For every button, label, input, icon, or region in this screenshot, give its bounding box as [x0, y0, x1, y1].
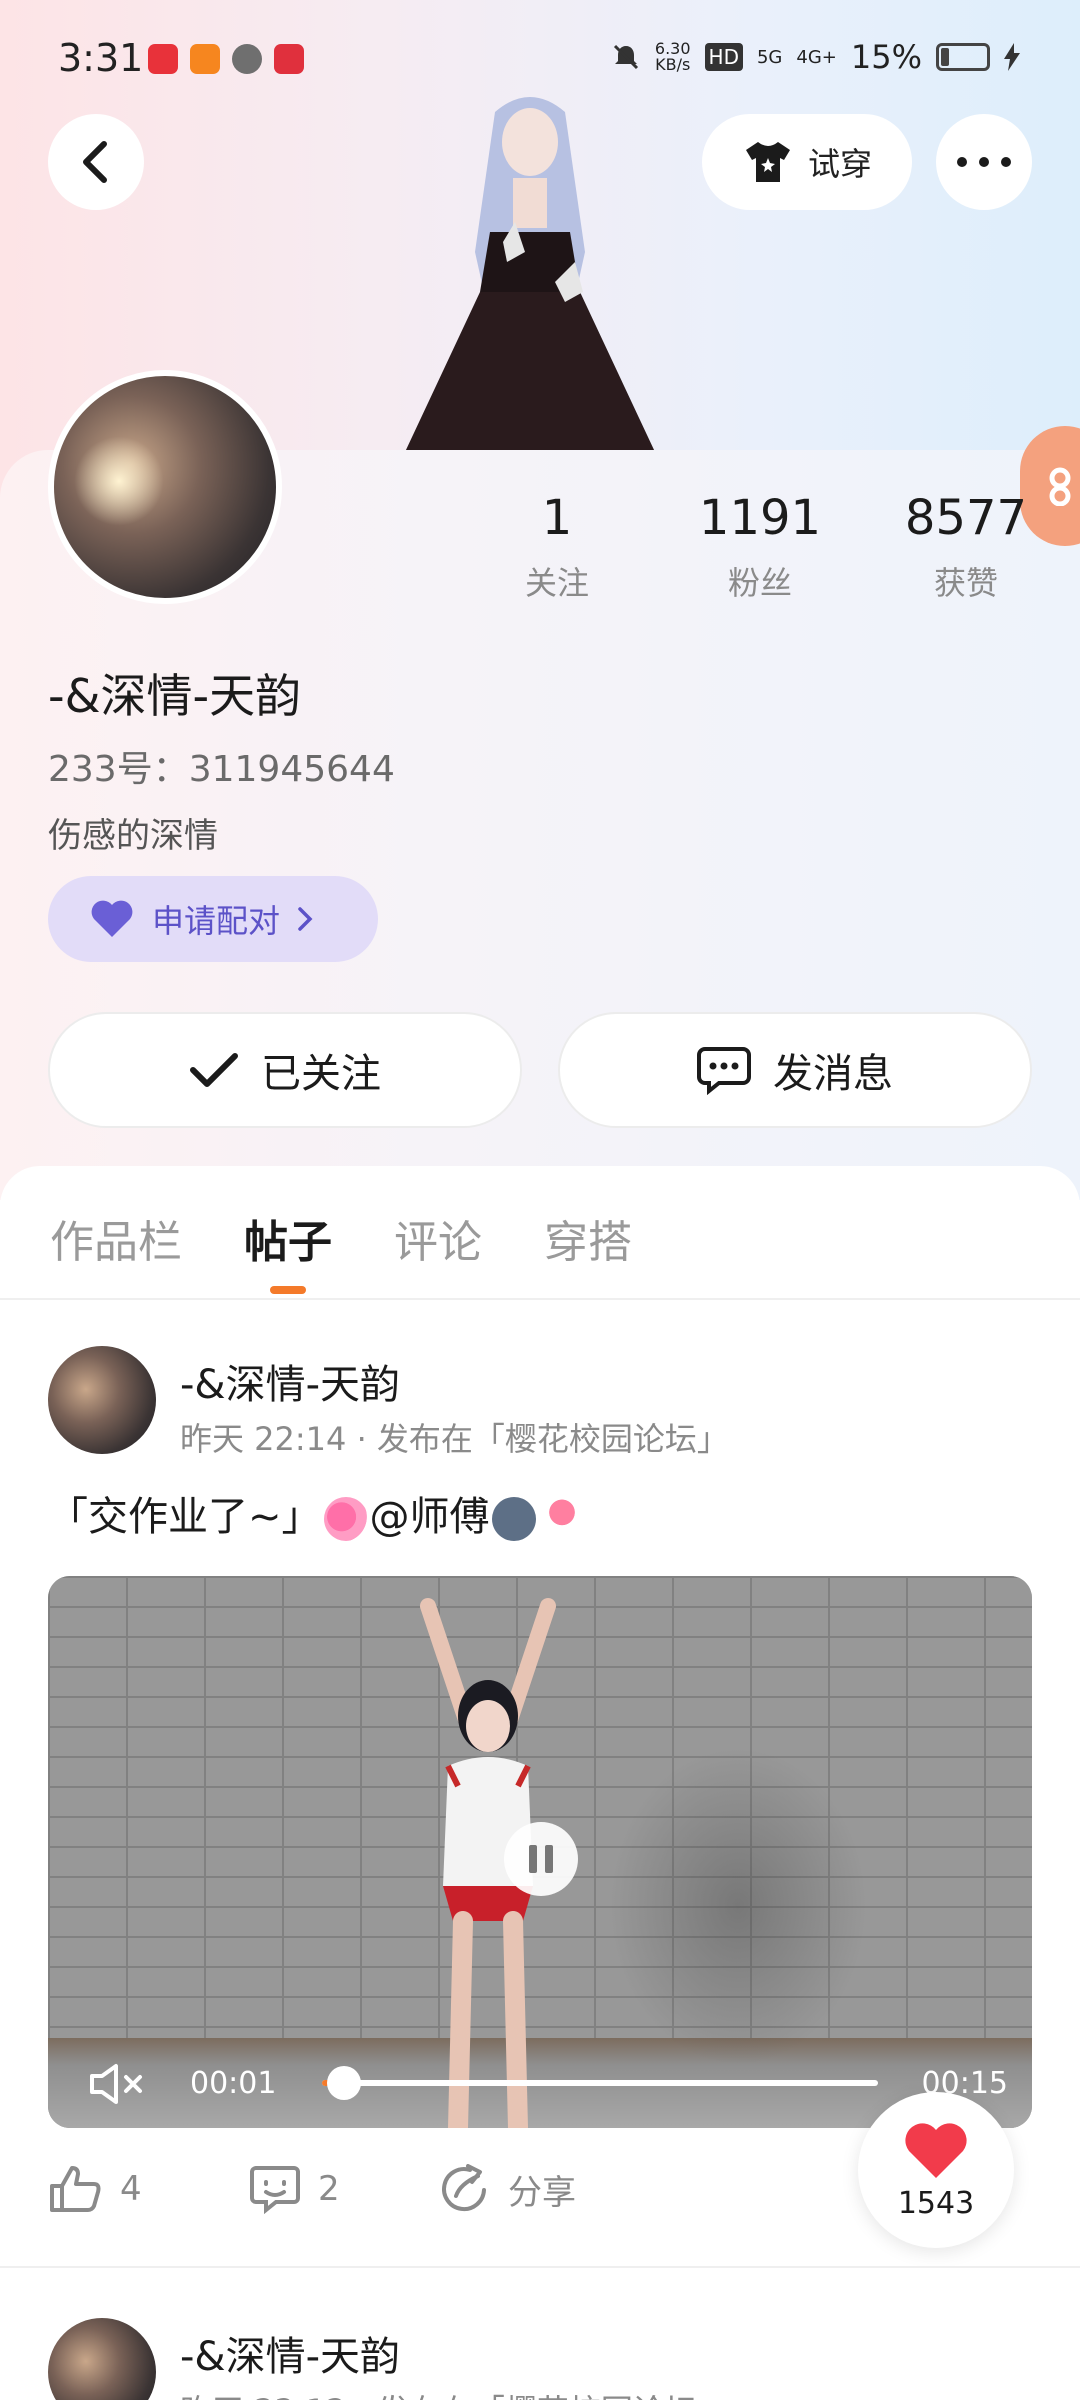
notification-icons: [148, 44, 304, 74]
profile-avatar[interactable]: [48, 370, 282, 604]
share-button[interactable]: 分享: [440, 2164, 576, 2214]
more-dots-icon: [957, 157, 1011, 167]
signal-5g: 5G: [756, 46, 783, 68]
chevron-right-icon: [298, 907, 313, 931]
back-button[interactable]: [48, 114, 144, 210]
profile-tabs: 作品栏 帖子 评论 穿搭: [0, 1196, 1080, 1296]
bell-muted-icon: [613, 44, 638, 70]
comment-count: 2: [318, 2169, 340, 2209]
stat-likes-label: 获赞: [933, 564, 998, 602]
app-heart-icon: [274, 44, 304, 74]
like-count: 4: [120, 2169, 142, 2209]
post-author-name[interactable]: -&深情-天韵: [180, 2324, 400, 2382]
floating-like-count: 1543: [897, 2185, 975, 2221]
moon-face-icon: [491, 1497, 536, 1541]
stat-following[interactable]: 1 关注: [467, 490, 647, 604]
post-actions: 4 2 分享: [48, 2164, 948, 2234]
comment-icon: [250, 2166, 300, 2214]
heart-icon: [91, 900, 133, 937]
stat-likes-received[interactable]: 8577 获赞: [876, 490, 1056, 604]
tab-works[interactable]: 作品栏: [50, 1206, 182, 1270]
try-on-label: 试穿: [807, 145, 872, 183]
stat-following-label: 关注: [524, 564, 589, 602]
chevron-left-icon: [83, 141, 107, 183]
signal-4g: 4G+: [796, 46, 837, 68]
floating-like-button[interactable]: 1543: [858, 2092, 1014, 2248]
share-label: 分享: [508, 2172, 576, 2213]
request-pair-button[interactable]: 申请配对: [48, 876, 378, 962]
pause-bar-left: [529, 1845, 537, 1873]
post-text: 「交作业了~」 @师傅: [48, 1484, 586, 1542]
stat-following-value: 1: [541, 490, 573, 546]
post-author-name[interactable]: -&深情-天韵: [180, 1352, 400, 1410]
tab-comments[interactable]: 评论: [394, 1206, 482, 1270]
post-mention[interactable]: @师傅: [370, 1494, 490, 1540]
character-avatar-figure: [405, 97, 655, 452]
thumbs-up-icon: [50, 2166, 101, 2212]
post-video-player[interactable]: 00:01 00:15: [48, 1576, 1032, 2128]
battery-icon: [936, 43, 990, 71]
wechat-icon: [232, 44, 262, 74]
battery-percent: 15%: [850, 38, 922, 76]
video-progress-track[interactable]: [322, 2066, 878, 2100]
network-speed: 6.30 KB/s: [655, 41, 691, 73]
stat-likes-value: 8577: [904, 490, 1028, 546]
mute-icon[interactable]: [88, 2062, 148, 2106]
network-speed-unit: KB/s: [655, 55, 691, 74]
hd-badge: HD: [704, 43, 743, 71]
like-button[interactable]: 4: [48, 2164, 142, 2214]
video-progress-thumb[interactable]: [327, 2066, 362, 2100]
profile-bio: 伤感的深情: [48, 816, 218, 856]
status-time: 3:31: [58, 36, 144, 80]
send-message-label: 发消息: [773, 1051, 893, 1097]
tshirt-icon: [745, 142, 790, 182]
post-divider: [0, 2266, 1080, 2268]
video-current-time: 00:01: [190, 2066, 277, 2101]
status-indicators: 6.30 KB/s HD 5G 4G+ 15%: [611, 38, 1020, 76]
two-hearts-icon: [323, 1497, 368, 1541]
share-icon: [442, 2164, 486, 2212]
request-pair-label: 申请配对: [152, 902, 281, 940]
tab-outfits[interactable]: 穿搭: [544, 1206, 632, 1270]
following-label: 已关注: [261, 1051, 381, 1097]
stat-fans-label: 粉丝: [727, 564, 792, 602]
charging-icon: [1004, 43, 1020, 71]
chat-bubble-icon: [697, 1047, 751, 1095]
post-author-avatar[interactable]: [48, 1346, 156, 1454]
tabs-divider: [0, 1298, 1080, 1300]
pause-button[interactable]: [504, 1822, 578, 1896]
avatar-glow: [74, 436, 164, 526]
check-icon: [190, 1053, 238, 1087]
try-on-button[interactable]: 试穿: [702, 114, 912, 210]
tab-posts[interactable]: 帖子: [244, 1206, 332, 1270]
active-tab-indicator: [270, 1286, 306, 1294]
profile-nickname: -&深情-天韵: [48, 669, 302, 723]
stat-fans-value: 1191: [698, 490, 822, 546]
pause-bar-right: [545, 1845, 553, 1873]
post-meta: 昨天 22:14 · 发布在「樱花校园论坛」: [180, 1420, 729, 1458]
post-text-main: 「交作业了~」: [48, 1494, 322, 1540]
comment-button[interactable]: 2: [250, 2164, 340, 2214]
following-button[interactable]: 已关注: [48, 1012, 522, 1128]
stat-fans[interactable]: 1191 粉丝: [670, 490, 850, 604]
taobao-app-icon: [190, 44, 220, 74]
heart-icon: [905, 2122, 967, 2178]
tulip-icon: [539, 1497, 584, 1541]
profile-uid: 233号：311945644: [48, 749, 395, 790]
recorder-app-icon: [148, 44, 178, 74]
post-meta: 昨天 22:12 · 发布在「樱花校园论坛」: [180, 2386, 729, 2400]
more-options-button[interactable]: [936, 114, 1032, 210]
send-message-button[interactable]: 发消息: [558, 1012, 1032, 1128]
